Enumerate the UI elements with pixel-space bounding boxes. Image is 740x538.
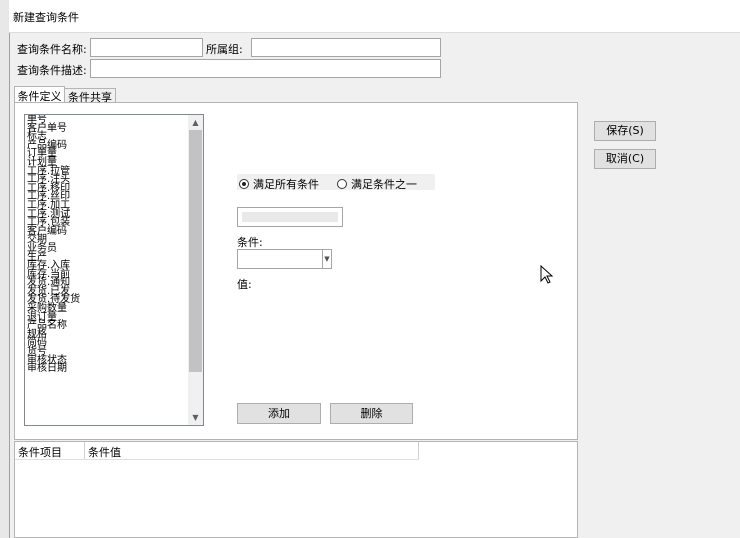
- radio-dot: [239, 179, 249, 189]
- radio-match-all-label: 满足所有条件: [253, 178, 319, 191]
- query-name-label: 查询条件名称:: [17, 43, 87, 56]
- list-item[interactable]: 简码: [27, 338, 187, 348]
- list-item[interactable]: 产品名称: [27, 321, 187, 331]
- list-item[interactable]: 业务员: [27, 244, 187, 254]
- list-item[interactable]: 客户单号: [27, 123, 187, 134]
- list-item[interactable]: 审核日期: [27, 364, 187, 374]
- radio-match-all[interactable]: 满足所有条件: [239, 176, 319, 192]
- radio-dot: [337, 179, 347, 189]
- grid-header-condition-item[interactable]: 条件项目: [18, 444, 62, 460]
- group-label: 所属组:: [206, 43, 243, 56]
- add-button[interactable]: 添加: [237, 403, 321, 424]
- condition-result-grid[interactable]: 条件项目 条件值: [14, 441, 578, 538]
- tab-condition-sharing[interactable]: 条件共享: [65, 88, 116, 104]
- save-button[interactable]: 保存(S): [594, 121, 656, 141]
- grid-header-condition-value[interactable]: 条件值: [88, 444, 121, 460]
- pointer-cursor-icon: [540, 265, 554, 284]
- chevron-down-icon[interactable]: ▼: [188, 410, 203, 425]
- delete-button[interactable]: 删除: [330, 403, 413, 424]
- value-label: 值:: [237, 278, 252, 291]
- chevron-down-icon[interactable]: ▼: [322, 250, 331, 268]
- condition-value-input[interactable]: [237, 207, 343, 227]
- chevron-up-icon[interactable]: ▲: [188, 115, 203, 130]
- field-list[interactable]: 单号 客户单号 标志 产品编码 订单量 计划量 工序.拉管 工序.注头 工序.移…: [24, 114, 204, 426]
- condition-label: 条件:: [237, 236, 263, 249]
- grid-column-divider: [418, 442, 419, 459]
- radio-match-any[interactable]: 满足条件之一: [337, 176, 417, 192]
- query-desc-label: 查询条件描述:: [17, 64, 87, 77]
- title-bar: 新建查询条件: [9, 0, 740, 33]
- background-window-edge: [0, 0, 10, 538]
- window-title: 新建查询条件: [13, 11, 79, 24]
- grid-column-divider: [84, 442, 85, 459]
- scrollbar-thumb[interactable]: [189, 130, 202, 372]
- match-mode-group: 满足所有条件 满足条件之一: [237, 174, 435, 192]
- radio-match-any-label: 满足条件之一: [351, 178, 417, 191]
- query-desc-input[interactable]: [90, 59, 441, 78]
- query-name-input[interactable]: [90, 38, 203, 57]
- condition-operator-combo[interactable]: ▼: [237, 249, 332, 269]
- tab-condition-definition[interactable]: 条件定义: [14, 86, 65, 103]
- group-input[interactable]: [251, 38, 441, 57]
- list-item[interactable]: 规格: [27, 330, 187, 340]
- cancel-button[interactable]: 取消(C): [594, 149, 656, 169]
- value-input-placeholder-area: [242, 212, 338, 222]
- list-item[interactable]: 客户编码: [27, 226, 187, 237]
- grid-header-line: [15, 459, 419, 460]
- list-scrollbar[interactable]: ▲ ▼: [188, 115, 203, 425]
